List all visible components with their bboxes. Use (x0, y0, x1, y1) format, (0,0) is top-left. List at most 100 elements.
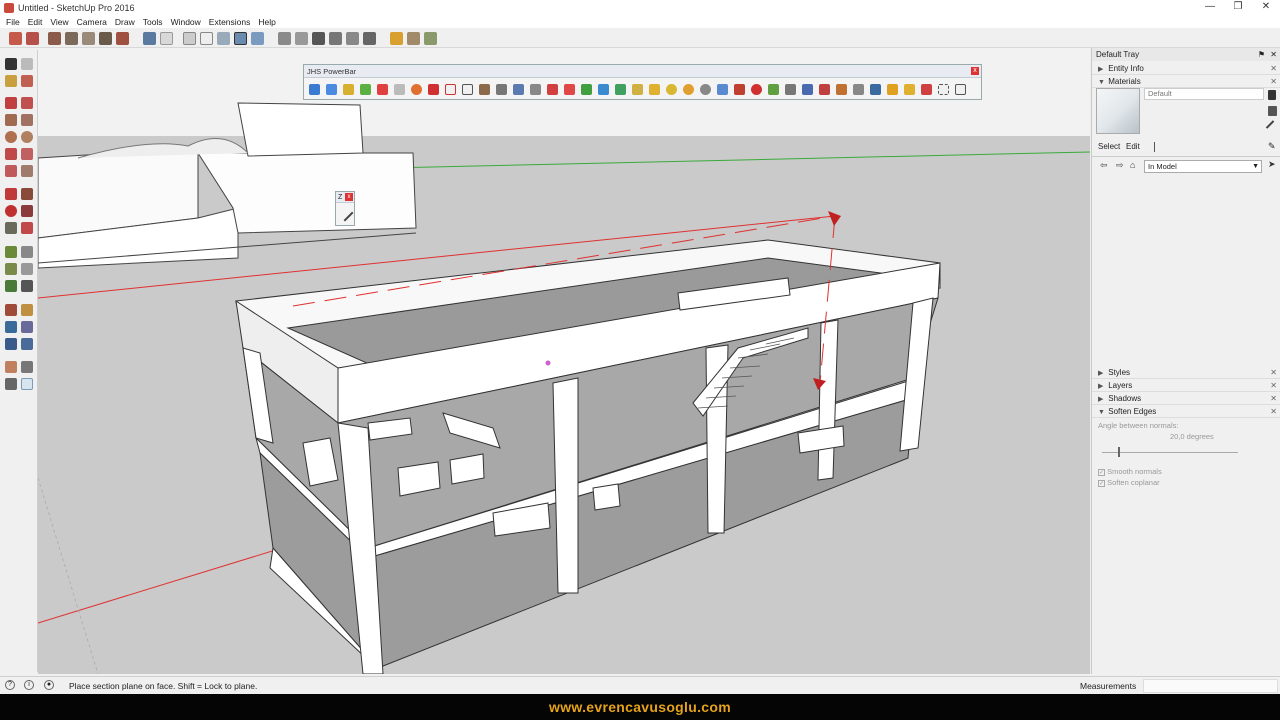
zoom-extents-icon[interactable] (5, 338, 17, 350)
move-tool-icon[interactable] (5, 188, 17, 200)
scale-tool-icon[interactable] (5, 222, 17, 234)
measurements-input[interactable] (1143, 679, 1278, 693)
push-pull-icon[interactable] (21, 188, 33, 200)
back-arrow-icon[interactable]: ⇦ (1100, 160, 1108, 171)
section-materials[interactable]: ▼ Materials ✕ (1092, 75, 1280, 88)
shaded-style-icon[interactable] (200, 32, 213, 45)
menu-camera[interactable]: Camera (77, 17, 107, 27)
tab-edit[interactable]: Edit (1126, 142, 1140, 151)
in-model-home-icon[interactable]: ⌂ (1130, 160, 1135, 170)
pb-target-icon[interactable] (717, 84, 728, 95)
text-tool-icon[interactable] (21, 263, 33, 275)
pb-grid-icon[interactable] (853, 84, 864, 95)
pb-yellow-grid-icon[interactable] (904, 84, 915, 95)
walk-tool-icon[interactable] (5, 378, 17, 390)
pb-blue-shape-icon[interactable] (326, 84, 337, 95)
pb-layer-icon[interactable] (768, 84, 779, 95)
pb-explode-icon[interactable] (836, 84, 847, 95)
pb-blue-shape-icon[interactable] (309, 84, 320, 95)
tab-select[interactable]: Select (1098, 142, 1120, 151)
pan-tool-icon[interactable] (21, 304, 33, 316)
sample-paint-icon[interactable] (1265, 120, 1280, 134)
section-close-icon[interactable]: ✕ (1270, 366, 1277, 379)
pb-cross-icon[interactable] (598, 84, 609, 95)
pb-warning-icon[interactable] (649, 84, 660, 95)
component-icon[interactable] (26, 32, 39, 45)
library-dropdown[interactable]: In Model ▼ (1144, 160, 1262, 173)
pb-plus-icon[interactable] (564, 84, 575, 95)
paint-bucket-icon[interactable] (5, 75, 17, 87)
pb-green-shape-icon[interactable] (360, 84, 371, 95)
pie-tool-icon[interactable] (21, 165, 33, 177)
pb-gray-icon[interactable] (496, 84, 507, 95)
section-plane-icon[interactable] (21, 378, 33, 390)
pb-outline-icon[interactable] (462, 84, 473, 95)
pb-frame-icon[interactable] (445, 84, 456, 95)
pb-bracket-icon[interactable] (530, 84, 541, 95)
pencil-icon[interactable] (336, 204, 354, 222)
checkbox-icon[interactable]: ✓ (1098, 469, 1105, 476)
smooth-normals-option[interactable]: ✓ Smooth normals (1098, 467, 1162, 476)
protractor-icon[interactable] (5, 263, 17, 275)
restore-button[interactable]: ❐ (1224, 0, 1252, 15)
section-close-icon[interactable]: ✕ (1270, 75, 1277, 88)
section-close-icon[interactable]: ✕ (1270, 62, 1277, 75)
textured-style-icon[interactable] (217, 32, 230, 45)
zoom-window-icon[interactable] (21, 321, 33, 333)
home-icon[interactable] (312, 32, 325, 45)
pb-orange-circle-icon[interactable] (411, 84, 422, 95)
jhs-powerbar[interactable]: JHS PowerBar x (303, 64, 982, 100)
pb-copy-icon[interactable] (802, 84, 813, 95)
iso-view-icon[interactable] (48, 32, 61, 45)
material-name-field[interactable]: Default (1144, 88, 1264, 100)
pb-stack-icon[interactable] (785, 84, 796, 95)
pb-scatter-icon[interactable] (921, 84, 932, 95)
section-shadows[interactable]: ▶ Shadows ✕ (1092, 392, 1280, 405)
section-styles[interactable]: ▶ Styles ✕ (1092, 366, 1280, 379)
menu-edit[interactable]: Edit (28, 17, 43, 27)
soften-coplanar-option[interactable]: ✓ Soften coplanar (1098, 478, 1160, 487)
mini-toolbar[interactable]: Z x (335, 191, 355, 226)
monochrome-style-icon[interactable] (234, 32, 247, 45)
mini-toolbar-close[interactable]: x (345, 193, 353, 201)
pb-dialog-icon[interactable] (955, 84, 966, 95)
pb-brown-icon[interactable] (479, 84, 490, 95)
pb-orange-square-icon[interactable] (887, 84, 898, 95)
3d-text-icon[interactable] (21, 280, 33, 292)
extension-warehouse-icon[interactable] (363, 32, 376, 45)
pb-undo-icon[interactable] (751, 84, 762, 95)
axes-tool-icon[interactable] (5, 280, 17, 292)
pb-dotted-circle-icon[interactable] (938, 84, 949, 95)
three-point-arc-icon[interactable] (5, 165, 17, 177)
eraser-tool-icon[interactable] (21, 58, 33, 70)
pb-cone-icon[interactable] (632, 84, 643, 95)
menu-view[interactable]: View (50, 17, 68, 27)
section-close-icon[interactable]: ✕ (1270, 392, 1277, 405)
pb-red-shape-icon[interactable] (377, 84, 388, 95)
rotated-rectangle-icon[interactable] (21, 114, 33, 126)
menu-draw[interactable]: Draw (115, 17, 135, 27)
section-close-icon[interactable]: ✕ (1270, 405, 1277, 418)
create-material-icon[interactable] (1268, 106, 1277, 116)
pb-red-square-icon[interactable] (428, 84, 439, 95)
pb-curve-icon[interactable] (683, 84, 694, 95)
rotate-tool-icon[interactable] (5, 205, 17, 217)
zoom-tool-icon[interactable] (5, 321, 17, 333)
angle-slider[interactable] (1102, 452, 1238, 453)
follow-me-icon[interactable] (21, 205, 33, 217)
pb-link-icon[interactable] (513, 84, 524, 95)
menu-file[interactable]: File (6, 17, 20, 27)
two-point-arc-icon[interactable] (21, 148, 33, 160)
pb-move-icon[interactable] (581, 84, 592, 95)
pin-icon[interactable]: ⚑ (1258, 48, 1265, 61)
menu-extensions[interactable]: Extensions (209, 17, 251, 27)
ruby-cube-icon[interactable] (390, 32, 403, 45)
right-view-icon[interactable] (99, 32, 112, 45)
freehand-tool-icon[interactable] (21, 97, 33, 109)
xray-style-icon[interactable] (143, 32, 156, 45)
orbit-tool-icon[interactable] (5, 304, 17, 316)
pb-dots-icon[interactable] (547, 84, 558, 95)
tape-measure-icon[interactable] (5, 246, 17, 258)
close-button[interactable]: ✕ (1252, 0, 1280, 15)
wireframe-style-icon[interactable] (160, 32, 173, 45)
